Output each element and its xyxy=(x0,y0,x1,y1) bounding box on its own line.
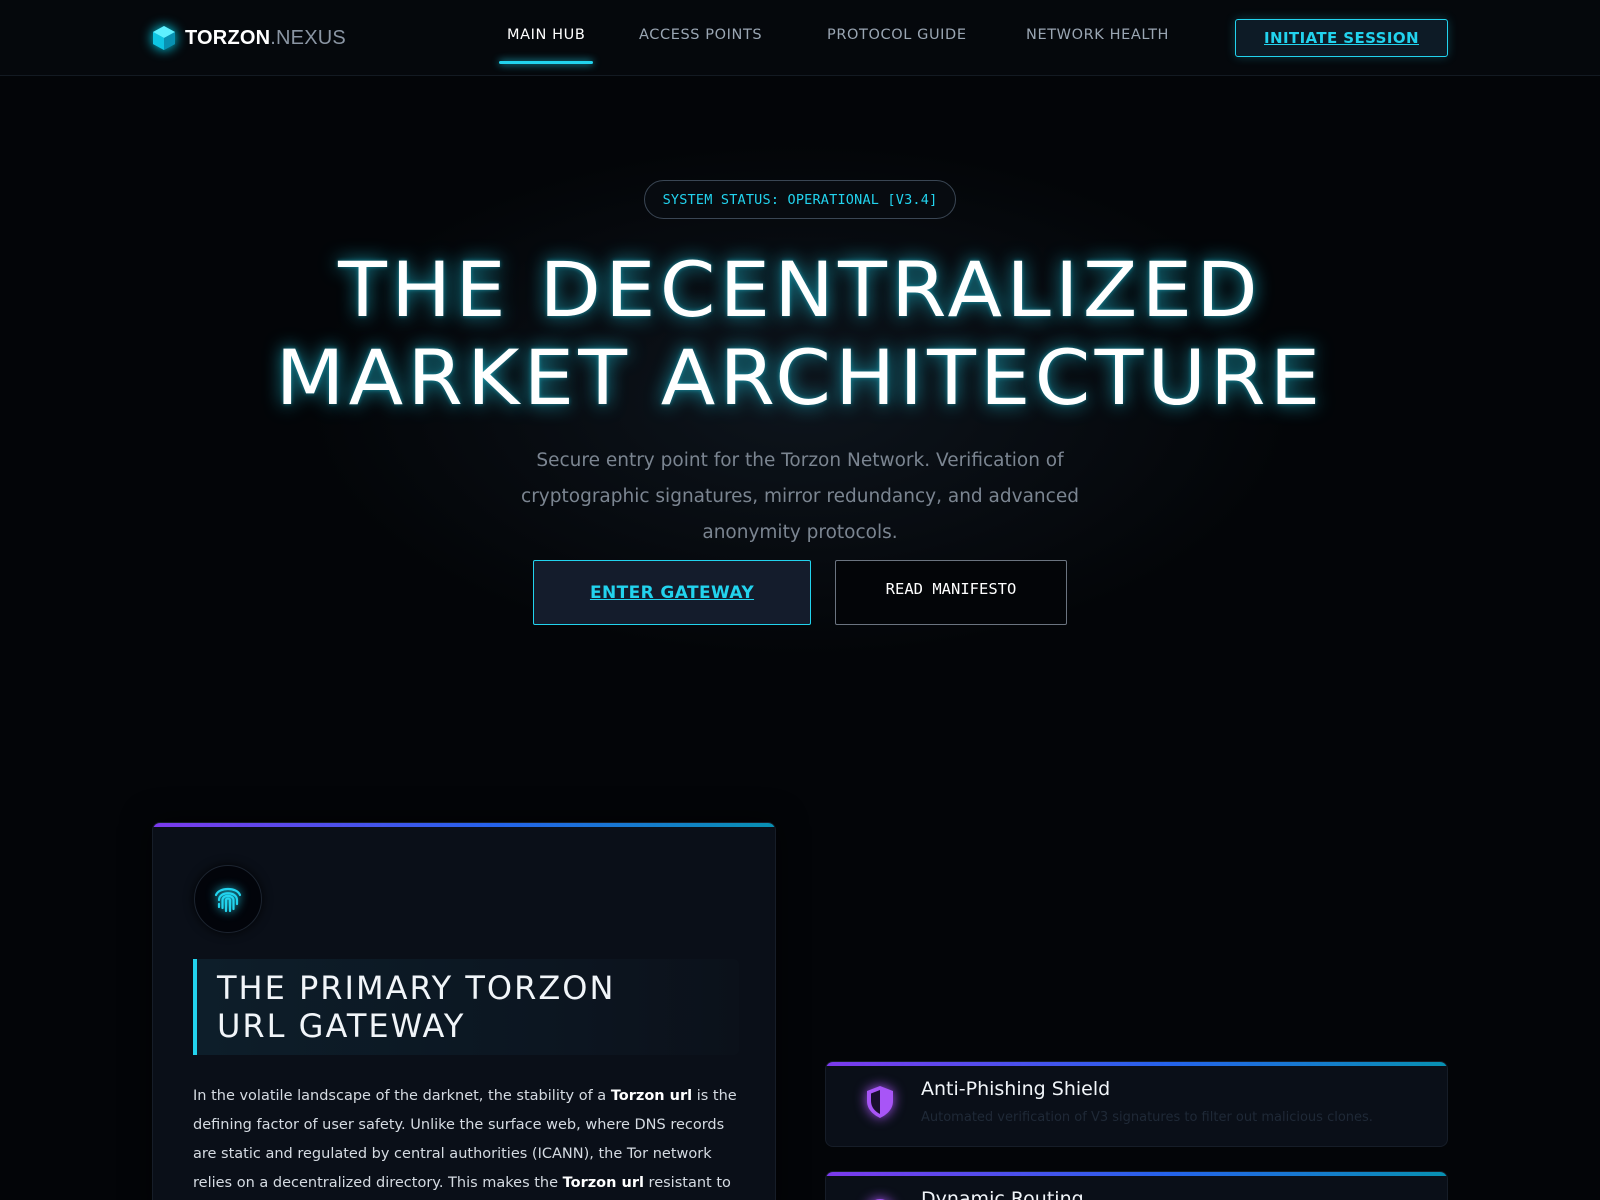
brand-logo[interactable]: TORZON.NEXUS xyxy=(151,24,346,52)
hero-title: THE DECENTRALIZED MARKET ARCHITECTURE xyxy=(0,246,1600,422)
enter-gateway-button[interactable]: ENTER GATEWAY xyxy=(533,560,811,625)
hero-subtitle: Secure entry point for the Torzon Networ… xyxy=(521,450,1079,543)
card-title: THE PRIMARY TORZON URL GATEWAY xyxy=(217,969,739,1045)
feature-title: Anti-Phishing Shield xyxy=(921,1078,1111,1100)
nav-link-protocol-guide[interactable]: PROTOCOL GUIDE xyxy=(827,27,967,63)
brand-name-secondary: .NEXUS xyxy=(270,26,346,49)
cube-icon xyxy=(153,26,175,50)
read-manifesto-button[interactable]: READ MANIFESTO xyxy=(835,560,1067,625)
feature-card-dynamic-routing[interactable]: Dynamic Routing xyxy=(825,1171,1448,1200)
initiate-session-button[interactable]: INITIATE SESSION xyxy=(1235,19,1448,57)
card-title-line-2: URL GATEWAY xyxy=(217,1007,466,1045)
brand-name: TORZON.NEXUS xyxy=(185,27,346,50)
feature-card-anti-phishing[interactable]: Anti-Phishing Shield Automated verificat… xyxy=(825,1061,1448,1147)
nav-link-network-health[interactable]: NETWORK HEALTH xyxy=(1026,27,1169,63)
card-title-line-1: THE PRIMARY TORZON xyxy=(217,969,616,1007)
route-icon xyxy=(875,1199,885,1200)
card-body-part-3: resistant to xyxy=(643,1175,731,1191)
nav-link-main-hub[interactable]: MAIN HUB xyxy=(498,27,594,64)
shield-icon xyxy=(867,1086,893,1118)
card-body-keyword-2: Torzon url xyxy=(562,1175,644,1191)
status-badge: SYSTEM STATUS: OPERATIONAL [V3.4] xyxy=(644,180,956,219)
fingerprint-badge xyxy=(194,865,262,933)
nav-link-access-points[interactable]: ACCESS POINTS xyxy=(639,27,762,63)
top-nav: TORZON.NEXUS MAIN HUB ACCESS POINTS PROT… xyxy=(0,0,1600,76)
feature-description: Automated verification of V3 signatures … xyxy=(921,1110,1373,1125)
fingerprint-icon xyxy=(214,887,242,913)
feature-title: Dynamic Routing xyxy=(921,1188,1084,1200)
card-body-text: In the volatile landscape of the darknet… xyxy=(193,1082,739,1198)
card-body-keyword-1: Torzon url xyxy=(610,1088,693,1104)
card-title-box: THE PRIMARY TORZON URL GATEWAY xyxy=(193,959,739,1055)
card-body-part-1: In the volatile landscape of the darknet… xyxy=(193,1088,611,1104)
hero-title-line-1: THE DECENTRALIZED xyxy=(338,245,1262,334)
gateway-card: THE PRIMARY TORZON URL GATEWAY In the vo… xyxy=(152,822,776,1200)
hero-title-line-2: MARKET ARCHITECTURE xyxy=(275,333,1325,422)
brand-name-primary: TORZON xyxy=(185,26,271,49)
